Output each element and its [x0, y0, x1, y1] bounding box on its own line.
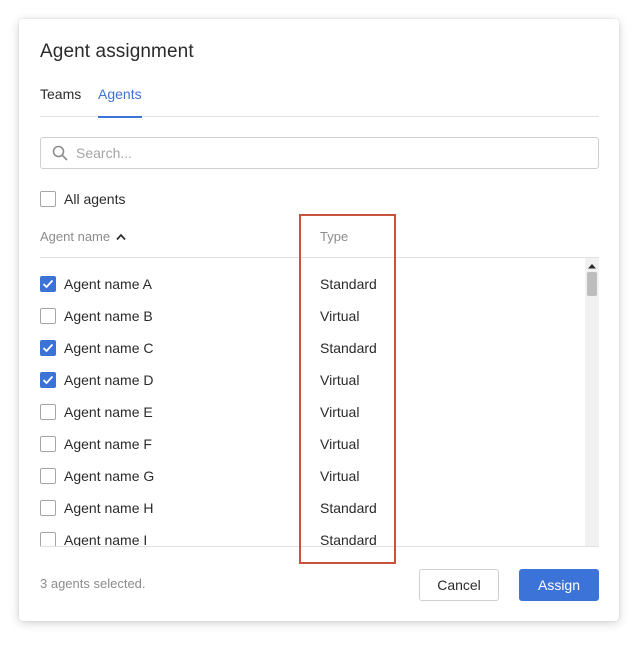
all-agents-row[interactable]: All agents: [40, 190, 125, 208]
agent-name-cell: Agent name I: [40, 532, 320, 547]
column-header-agent-name-label: Agent name: [40, 229, 111, 244]
agent-row[interactable]: Agent name G Virtual: [40, 460, 585, 492]
agent-assignment-dialog: Agent assignment Teams Agents All agents…: [19, 19, 619, 621]
column-header-agent-name[interactable]: Agent name: [40, 229, 126, 244]
agent-type-label: Standard: [320, 340, 377, 356]
agent-name-label: Agent name G: [64, 468, 155, 484]
agent-name-label: Agent name F: [64, 436, 152, 452]
agent-checkbox[interactable]: [40, 532, 56, 546]
agent-name-cell: Agent name D: [40, 372, 320, 388]
agent-name-label: Agent name B: [64, 308, 153, 324]
agent-type-label: Standard: [320, 532, 377, 547]
agent-type-label: Virtual: [320, 308, 360, 324]
agent-checkbox[interactable]: [40, 276, 56, 292]
agent-type-label: Virtual: [320, 372, 360, 388]
agent-checkbox[interactable]: [40, 340, 56, 356]
agent-row[interactable]: Agent name C Standard: [40, 332, 585, 364]
selection-status: 3 agents selected.: [40, 576, 146, 591]
search-icon: [52, 145, 68, 161]
agent-type-label: Standard: [320, 500, 377, 516]
agent-row[interactable]: Agent name E Virtual: [40, 396, 585, 428]
scroll-up-arrow-icon[interactable]: [587, 263, 597, 269]
agent-type-label: Virtual: [320, 436, 360, 452]
agent-row[interactable]: Agent name B Virtual: [40, 300, 585, 332]
search-box[interactable]: [40, 137, 599, 169]
agent-name-label: Agent name C: [64, 340, 154, 356]
cancel-button[interactable]: Cancel: [419, 569, 499, 601]
agent-type-label: Virtual: [320, 404, 360, 420]
agent-row[interactable]: Agent name H Standard: [40, 492, 585, 524]
tab-agents[interactable]: Agents: [98, 85, 142, 118]
agent-checkbox[interactable]: [40, 436, 56, 452]
agent-name-label: Agent name E: [64, 404, 153, 420]
all-agents-label: All agents: [64, 191, 126, 207]
all-agents-checkbox[interactable]: [40, 191, 56, 207]
agent-checkbox[interactable]: [40, 308, 56, 324]
agent-type-label: Standard: [320, 276, 377, 292]
agent-checkbox[interactable]: [40, 404, 56, 420]
agent-list: Agent name A Standard Agent name B Virtual A…: [40, 258, 599, 547]
agent-row[interactable]: Agent name D Virtual: [40, 364, 585, 396]
list-scrollbar[interactable]: [585, 258, 599, 546]
agent-checkbox[interactable]: [40, 500, 56, 516]
agent-name-cell: Agent name B: [40, 308, 320, 324]
agent-name-cell: Agent name G: [40, 468, 320, 484]
agent-name-cell: Agent name E: [40, 404, 320, 420]
agent-checkbox[interactable]: [40, 372, 56, 388]
tab-bar: Teams Agents: [40, 85, 599, 118]
agent-row[interactable]: Agent name A Standard: [40, 268, 585, 300]
agent-name-label: Agent name A: [64, 276, 152, 292]
agent-name-label: Agent name H: [64, 500, 154, 516]
chevron-up-icon: [116, 233, 126, 240]
assign-button[interactable]: Assign: [519, 569, 599, 601]
agent-name-cell: Agent name H: [40, 500, 320, 516]
agent-name-label: Agent name I: [64, 532, 148, 547]
agent-row[interactable]: Agent name I Standard: [40, 524, 585, 547]
agent-name-label: Agent name D: [64, 372, 154, 388]
agent-checkbox[interactable]: [40, 468, 56, 484]
column-header-type: Type: [320, 229, 349, 244]
agent-type-label: Virtual: [320, 468, 360, 484]
agent-name-cell: Agent name F: [40, 436, 320, 452]
agent-name-cell: Agent name C: [40, 340, 320, 356]
tab-teams[interactable]: Teams: [40, 85, 81, 117]
search-input[interactable]: [76, 145, 576, 161]
dialog-title: Agent assignment: [40, 41, 194, 62]
agent-row[interactable]: Agent name F Virtual: [40, 428, 585, 460]
scrollbar-thumb[interactable]: [587, 272, 597, 296]
agent-name-cell: Agent name A: [40, 276, 320, 292]
